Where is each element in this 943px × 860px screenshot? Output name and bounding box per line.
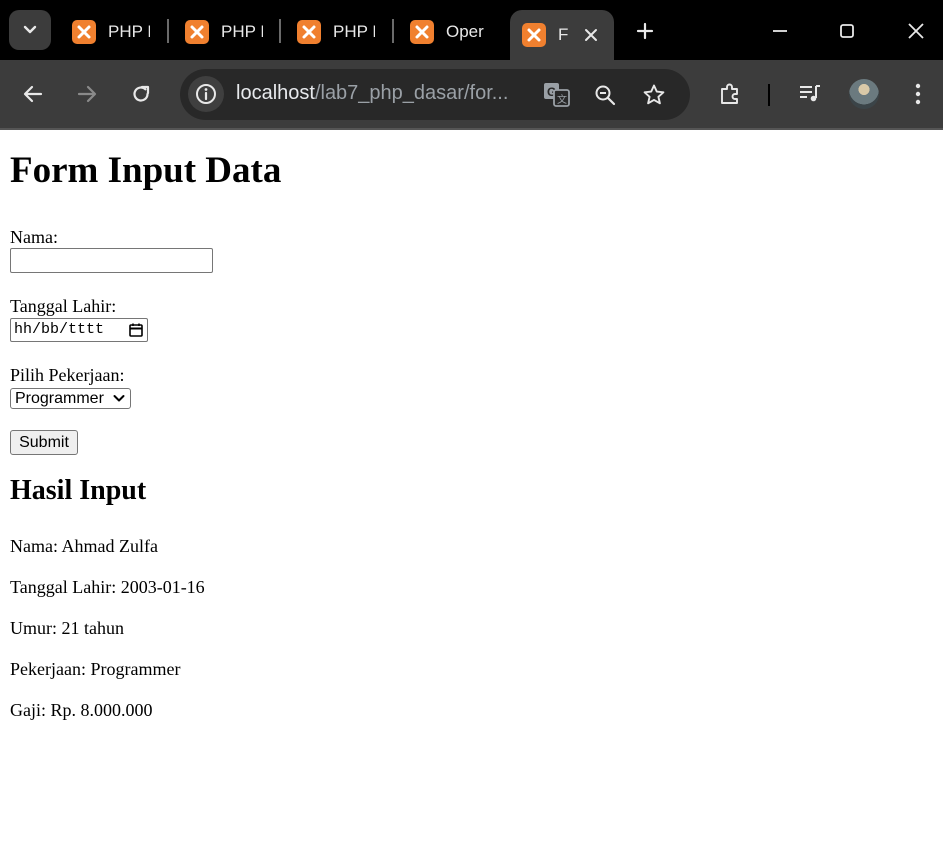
tab-separator bbox=[167, 19, 169, 43]
translate-icon: G 文 bbox=[544, 83, 570, 107]
puzzle-icon bbox=[721, 83, 738, 104]
browser-toolbar: localhost/lab7_php_dasar/for... G 文 bbox=[0, 60, 943, 130]
browser-tab[interactable]: PHP D bbox=[173, 10, 273, 54]
maximize-icon bbox=[840, 24, 854, 38]
browser-tab[interactable]: PHP D bbox=[285, 10, 385, 54]
result-pekerjaan: Pekerjaan: Programmer bbox=[10, 659, 181, 679]
info-icon bbox=[196, 84, 216, 104]
profile-button[interactable] bbox=[844, 74, 884, 114]
arrow-right-icon bbox=[77, 85, 97, 103]
tab-label: F bbox=[558, 25, 569, 44]
calendar-icon[interactable] bbox=[129, 323, 143, 337]
tab-label: PHP D bbox=[333, 22, 375, 41]
plus-icon bbox=[636, 22, 654, 40]
toolbar-separator bbox=[768, 84, 770, 106]
page-title: Form Input Data bbox=[10, 150, 282, 191]
date-placeholder: hh/bb/tttt bbox=[14, 321, 105, 338]
tab-label: Oper bbox=[446, 22, 484, 41]
tab-strip: PHP D PHP D PHP D Oper F bbox=[0, 0, 943, 60]
tab-separator bbox=[392, 19, 394, 43]
more-vertical-icon bbox=[915, 83, 921, 105]
zoom-button[interactable] bbox=[585, 75, 625, 115]
star-icon bbox=[643, 84, 665, 105]
submit-button[interactable]: Submit bbox=[10, 430, 78, 455]
reload-icon bbox=[133, 85, 150, 102]
xampp-icon bbox=[185, 20, 209, 44]
media-control-button[interactable] bbox=[790, 74, 830, 114]
tanggal-lahir-label: Tanggal Lahir: bbox=[10, 296, 117, 316]
result-tanggal-lahir: Tanggal Lahir: 2003-01-16 bbox=[10, 577, 205, 597]
pekerjaan-selected: Programmer bbox=[15, 390, 104, 407]
minimize-icon bbox=[773, 30, 787, 32]
pekerjaan-select[interactable]: Programmer bbox=[10, 388, 131, 409]
maximize-button[interactable] bbox=[824, 8, 870, 54]
close-window-button[interactable] bbox=[893, 8, 939, 54]
new-tab-button[interactable] bbox=[622, 8, 668, 54]
tab-separator bbox=[279, 19, 281, 43]
result-nama: Nama: Ahmad Zulfa bbox=[10, 536, 158, 556]
url-host: localhost bbox=[236, 82, 315, 104]
back-button[interactable] bbox=[13, 74, 53, 114]
zoom-out-icon bbox=[595, 85, 616, 106]
site-info-button[interactable] bbox=[188, 76, 224, 112]
nama-input[interactable] bbox=[10, 248, 213, 273]
pekerjaan-label: Pilih Pekerjaan: bbox=[10, 365, 125, 385]
address-bar[interactable]: localhost/lab7_php_dasar/for... G 文 bbox=[180, 69, 690, 120]
svg-text:文: 文 bbox=[557, 93, 567, 106]
xampp-icon bbox=[410, 20, 434, 44]
forward-button[interactable] bbox=[67, 74, 107, 114]
chevron-down-icon bbox=[113, 395, 125, 402]
url-path: /lab7_php_dasar/for... bbox=[314, 82, 509, 104]
tab-label: PHP D bbox=[108, 22, 150, 41]
translate-button[interactable]: G 文 bbox=[537, 75, 577, 115]
menu-button[interactable] bbox=[898, 74, 938, 114]
result-umur: Umur: 21 tahun bbox=[10, 618, 124, 638]
url-text[interactable]: localhost/lab7_php_dasar/for... bbox=[236, 82, 508, 105]
avatar bbox=[849, 79, 879, 109]
chevron-down-icon bbox=[23, 25, 37, 34]
minimize-button[interactable] bbox=[757, 8, 803, 54]
result-title: Hasil Input bbox=[10, 475, 147, 506]
tab-search-button[interactable] bbox=[9, 10, 51, 50]
playlist-music-icon bbox=[800, 85, 820, 102]
nama-label: Nama: bbox=[10, 227, 58, 247]
bookmark-button[interactable] bbox=[634, 75, 674, 115]
xampp-icon bbox=[72, 20, 96, 44]
tanggal-lahir-input[interactable]: hh/bb/tttt bbox=[10, 318, 148, 342]
close-tab-icon[interactable] bbox=[584, 28, 598, 42]
close-icon bbox=[908, 23, 924, 39]
browser-tab-active[interactable]: F bbox=[510, 10, 614, 60]
result-gaji: Gaji: Rp. 8.000.000 bbox=[10, 700, 153, 720]
tab-label: PHP D bbox=[221, 22, 263, 41]
xampp-icon bbox=[297, 20, 321, 44]
browser-tab[interactable]: PHP D bbox=[60, 10, 160, 54]
browser-tab[interactable]: Oper bbox=[398, 10, 498, 54]
reload-button[interactable] bbox=[121, 74, 161, 114]
xampp-icon bbox=[522, 23, 546, 47]
extensions-button[interactable] bbox=[710, 74, 750, 114]
arrow-left-icon bbox=[23, 85, 43, 103]
